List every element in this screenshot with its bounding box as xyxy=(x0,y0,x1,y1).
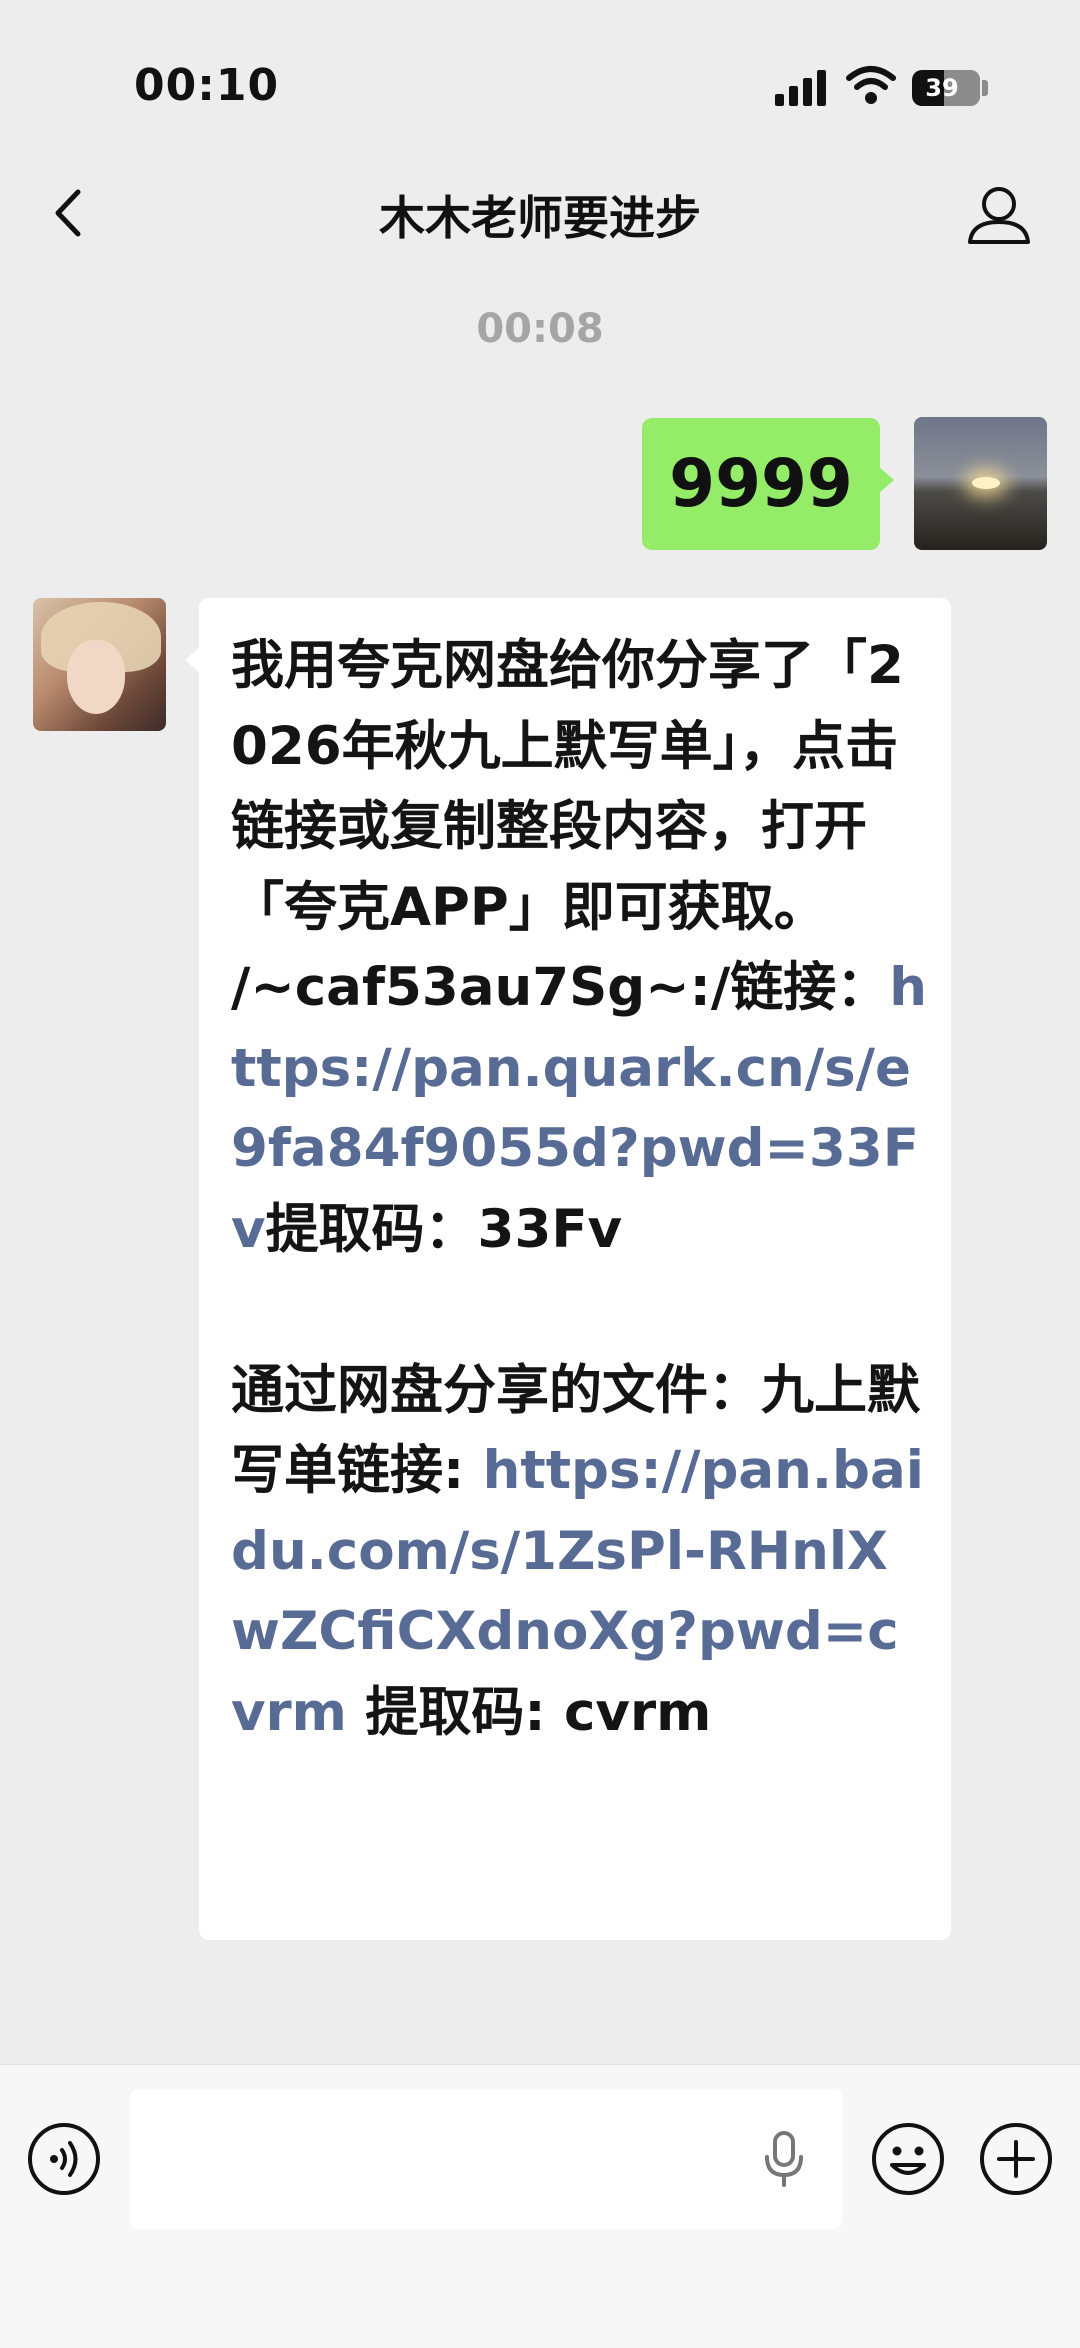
status-bar: 00:10 39 xyxy=(0,0,1080,160)
sunset-sun xyxy=(972,477,1000,489)
chevron-left-icon xyxy=(55,189,81,237)
contact-avatar[interactable] xyxy=(33,598,166,731)
battery-tip xyxy=(982,80,988,96)
received-message-text: 我用夸克网盘给你分享了「2026年秋九上默写单」，点击链接或复制整段内容，打开「… xyxy=(231,626,927,1753)
voice-input-button[interactable] xyxy=(758,2129,810,2189)
received-message-bubble[interactable]: 我用夸克网盘给你分享了「2026年秋九上默写单」，点击链接或复制整段内容，打开「… xyxy=(185,598,951,1940)
microphone-icon xyxy=(765,2131,803,2187)
chat-info-button[interactable] xyxy=(960,176,1038,254)
more-options-button[interactable] xyxy=(978,2121,1054,2197)
back-button[interactable] xyxy=(36,178,106,248)
signal-icon xyxy=(775,70,827,106)
emoji-button[interactable] xyxy=(870,2121,946,2197)
status-time: 00:10 xyxy=(134,60,280,111)
sent-message-bubble[interactable]: 9999 xyxy=(642,418,894,550)
input-bar xyxy=(0,2064,1080,2348)
voice-icon xyxy=(28,2123,100,2195)
battery-level: 39 xyxy=(925,74,959,102)
message-input[interactable] xyxy=(130,2089,842,2229)
wifi-icon xyxy=(846,66,896,104)
person-icon xyxy=(968,187,1030,244)
battery-icon: 39 xyxy=(912,70,980,106)
message-timestamp: 00:08 xyxy=(476,306,604,352)
message-text-segment: 提取码: cvrm xyxy=(346,1681,712,1743)
plus-icon xyxy=(980,2123,1052,2195)
avatar-face xyxy=(67,640,125,714)
sent-message-text: 9999 xyxy=(669,445,853,522)
message-text-segment: 我用夸克网盘给你分享了「2026年秋九上默写单」，点击链接或复制整段内容，打开「… xyxy=(231,635,904,1018)
emoji-icon xyxy=(872,2123,944,2195)
voice-toggle-button[interactable] xyxy=(26,2121,102,2197)
my-avatar[interactable] xyxy=(914,417,1047,550)
nav-bar: 木木老师要进步 xyxy=(0,160,1080,270)
chat-title: 木木老师要进步 xyxy=(379,191,701,245)
